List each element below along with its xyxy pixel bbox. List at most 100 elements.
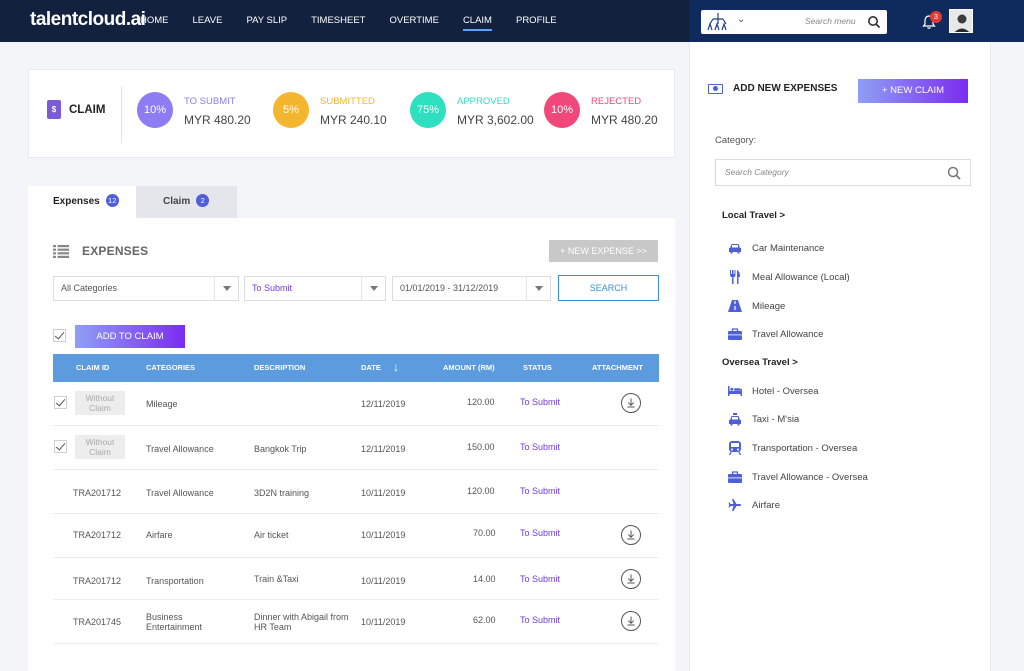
search-button[interactable]: SEARCH xyxy=(558,275,659,301)
row-category: Travel Allowance xyxy=(146,444,214,454)
new-expense-button[interactable]: + NEW EXPENSE >> xyxy=(549,240,658,262)
category-item-label: Meal Allowance (Local) xyxy=(752,271,850,283)
top-navigation-bar: talentcloud.ai HOME LEAVE PAY SLIP TIMES… xyxy=(0,0,1024,42)
expenses-title: EXPENSES xyxy=(82,244,149,258)
row-checkbox[interactable] xyxy=(54,440,67,453)
category-item-mileage[interactable]: Mileage xyxy=(728,298,785,314)
caret-down-icon xyxy=(361,277,385,300)
row-amount: 150.00 xyxy=(467,442,495,452)
user-avatar-icon xyxy=(950,10,972,32)
category-item-airfare[interactable]: Airfare xyxy=(728,497,780,513)
row-date: 12/11/2019 xyxy=(361,399,406,409)
row-amount: 120.00 xyxy=(467,486,495,496)
table-row[interactable]: TRA201745 Business Entertainment Dinner … xyxy=(53,600,659,644)
table-row[interactable]: TRA201712 Airfare Air ticket 10/11/2019 … xyxy=(53,514,659,558)
column-categories[interactable]: CATEGORIES xyxy=(146,354,195,382)
row-description: 3D2N training xyxy=(254,488,310,498)
row-category: Transportation xyxy=(146,576,204,586)
stat-value: MYR 3,602.00 xyxy=(457,113,534,127)
sort-down-arrow-icon[interactable]: ↓ xyxy=(393,360,399,374)
add-new-expenses-panel: ADD NEW EXPENSES + NEW CLAIM Category: S… xyxy=(689,42,991,671)
row-date: 10/11/2019 xyxy=(361,617,406,627)
row-status: To Submit xyxy=(520,442,561,452)
column-attachment[interactable]: ATTACHMENT xyxy=(592,354,643,382)
select-all-checkbox[interactable] xyxy=(53,329,66,342)
row-description: Air ticket xyxy=(254,530,289,540)
category-item-transportation-oversea[interactable]: Transportation - Oversea xyxy=(728,440,857,456)
row-date: 10/11/2019 xyxy=(361,576,406,586)
category-item-taxi-msia[interactable]: Taxi - M'sia xyxy=(728,411,799,427)
download-icon[interactable] xyxy=(621,569,641,589)
tab-bar: Expenses 12 Claim 2 xyxy=(28,186,237,218)
category-item-car-maintenance[interactable]: Car Maintenance xyxy=(728,240,824,256)
category-search-input[interactable]: Search Category xyxy=(715,159,971,186)
nav-timesheet[interactable]: TIMESHEET xyxy=(311,0,365,42)
category-item-label: Car Maintenance xyxy=(752,242,825,254)
road-icon xyxy=(728,299,742,313)
category-search-placeholder: Search Category xyxy=(725,167,789,177)
stat-percent-circle: 5% xyxy=(273,92,309,128)
avatar[interactable] xyxy=(949,9,973,33)
category-filter-value: All Categories xyxy=(61,283,118,293)
add-to-claim-button[interactable]: ADD TO CLAIM xyxy=(75,325,185,348)
category-item-label: Taxi - M'sia xyxy=(752,413,800,425)
status-filter-select[interactable]: To Submit xyxy=(244,276,386,301)
nav-pay-slip[interactable]: PAY SLIP xyxy=(246,0,287,42)
row-claim-id: TRA201712 xyxy=(73,576,122,586)
row-description-line1: Dinner with Abigail from xyxy=(254,612,349,622)
column-date[interactable]: DATE xyxy=(361,354,381,382)
nav-profile[interactable]: PROFILE xyxy=(516,0,557,42)
group-local-travel[interactable]: Local Travel > xyxy=(722,210,785,221)
download-icon[interactable] xyxy=(621,611,641,631)
stat-percent-circle: 75% xyxy=(410,92,446,128)
category-filter-select[interactable]: All Categories xyxy=(53,276,239,301)
table-row[interactable]: TRA201712 Travel Allowance 3D2N training… xyxy=(53,470,659,514)
expenses-table-header: CLAIM ID CATEGORIES DESCRIPTION DATE ↓ A… xyxy=(53,354,659,382)
caret-down-icon xyxy=(214,277,238,300)
row-date: 12/11/2019 xyxy=(361,444,406,454)
date-range-value: 01/01/2019 - 31/12/2019 xyxy=(400,283,499,293)
row-description: Bangkok Trip xyxy=(254,444,307,454)
row-category: Airfare xyxy=(146,530,173,540)
search-icon[interactable] xyxy=(867,15,881,29)
tab-claim[interactable]: Claim 2 xyxy=(136,186,237,218)
stat-label: SUBMITTED xyxy=(320,96,375,107)
column-description[interactable]: DESCRIPTION xyxy=(254,354,305,382)
without-claim-tag: Without Claim xyxy=(75,391,125,415)
category-item-hotel-oversea[interactable]: Hotel - Oversea xyxy=(728,383,819,399)
row-status: To Submit xyxy=(520,615,561,625)
row-claim-id: TRA201745 xyxy=(73,617,122,627)
column-status[interactable]: STATUS xyxy=(523,354,552,382)
column-amount[interactable]: AMOUNT (RM) xyxy=(443,354,495,382)
tab-label: Claim xyxy=(163,196,191,207)
stat-label: APPROVED xyxy=(457,96,510,107)
download-icon[interactable] xyxy=(621,393,641,413)
cutlery-icon xyxy=(728,270,742,284)
nav-home[interactable]: HOME xyxy=(140,0,169,42)
nav-leave[interactable]: LEAVE xyxy=(193,0,223,42)
company-selector[interactable]: ⌄ Search menu xyxy=(701,10,887,34)
date-range-select[interactable]: 01/01/2019 - 31/12/2019 xyxy=(392,276,551,301)
search-icon[interactable] xyxy=(947,166,961,180)
row-checkbox[interactable] xyxy=(54,396,67,409)
caret-down-icon xyxy=(526,277,550,300)
column-claim-id[interactable]: CLAIM ID xyxy=(76,354,109,382)
brand-logo[interactable]: talentcloud.ai xyxy=(30,9,146,31)
new-claim-button[interactable]: + NEW CLAIM xyxy=(858,79,968,103)
stat-value: MYR 480.20 xyxy=(591,113,658,127)
group-oversea-travel[interactable]: Oversea Travel > xyxy=(722,357,798,368)
nav-claim[interactable]: CLAIM xyxy=(462,0,493,42)
category-item-travel-allowance-oversea[interactable]: Travel Allowance - Oversea xyxy=(728,469,868,485)
table-row[interactable]: TRA201712 Transportation Train &Taxi 10/… xyxy=(53,558,659,600)
row-description-line2: HR Team xyxy=(254,622,292,632)
download-icon[interactable] xyxy=(621,525,641,545)
table-row[interactable]: Without Claim Travel Allowance Bangkok T… xyxy=(53,426,659,470)
stat-label: TO SUBMIT xyxy=(184,96,236,107)
category-item-meal-allowance[interactable]: Meal Allowance (Local) xyxy=(728,269,850,285)
category-item-travel-allowance[interactable]: Travel Allowance xyxy=(728,326,823,342)
search-menu-input[interactable]: Search menu xyxy=(805,16,856,26)
nav-overtime[interactable]: OVERTIME xyxy=(389,0,438,42)
table-row[interactable]: Without Claim Mileage 12/11/2019 120.00 … xyxy=(53,382,659,426)
row-status: To Submit xyxy=(520,486,561,496)
tab-expenses[interactable]: Expenses 12 xyxy=(28,186,136,218)
